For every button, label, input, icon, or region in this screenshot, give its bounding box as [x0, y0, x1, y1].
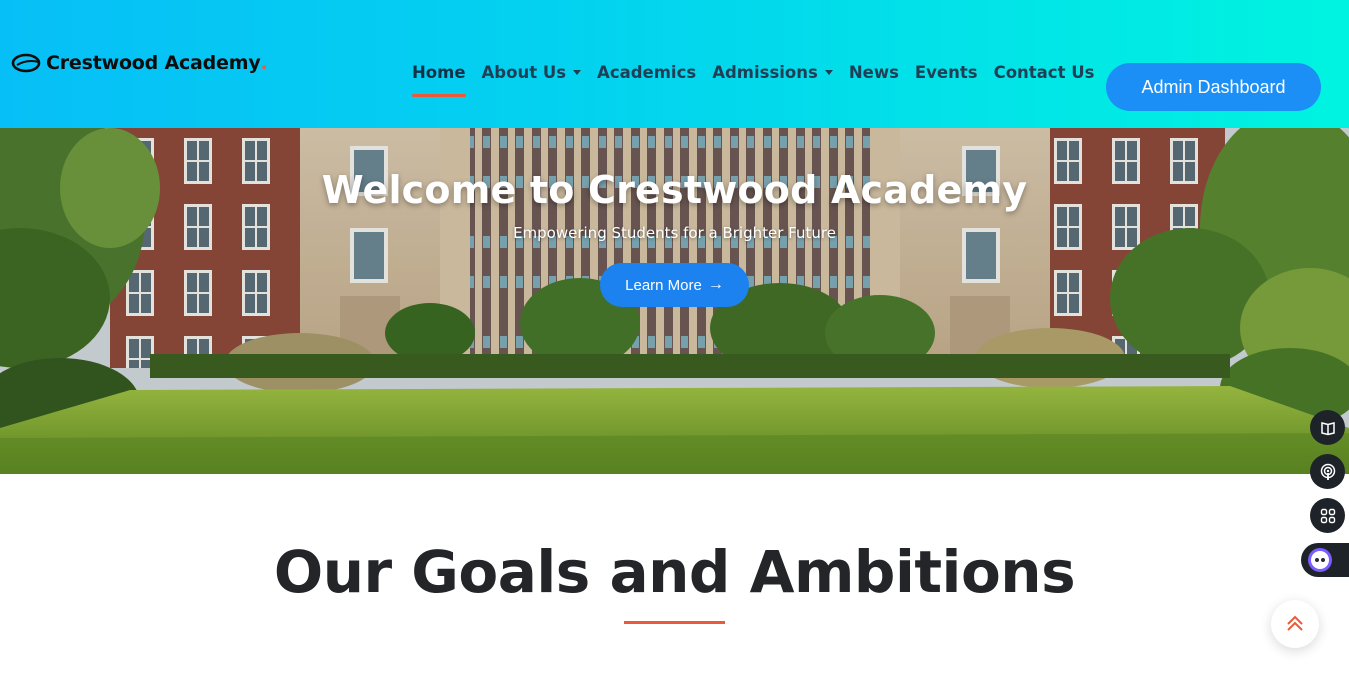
- book-icon: [1320, 421, 1335, 435]
- nav-item-contact-us[interactable]: Contact Us: [986, 63, 1103, 82]
- nav-label: Events: [914, 63, 978, 82]
- nav-item-home[interactable]: Home: [404, 63, 474, 97]
- section-title-underline: [624, 621, 725, 624]
- nav-label: News: [848, 63, 899, 82]
- nav-label: Contact Us: [993, 63, 1095, 82]
- learn-more-button[interactable]: Learn More →: [600, 263, 749, 307]
- double-chevron-up-icon: [1287, 615, 1303, 631]
- site-logo[interactable]: Crestwood Academy.: [11, 48, 268, 78]
- hero-subtitle: Empowering Students for a Brighter Futur…: [513, 224, 836, 242]
- caret-down-icon: [824, 70, 833, 75]
- active-underline: [412, 94, 466, 97]
- apps-widget-button[interactable]: [1310, 498, 1345, 533]
- main-nav: Home About Us Academics Admissions News …: [404, 63, 1103, 97]
- apps-grid-icon: [1320, 508, 1335, 523]
- nav-label: Admissions: [712, 63, 818, 82]
- admin-dashboard-button[interactable]: Admin Dashboard: [1106, 63, 1321, 111]
- nav-item-events[interactable]: Events: [907, 63, 986, 82]
- hero-banner: Welcome to Crestwood Academy Empowering …: [0, 128, 1349, 474]
- nav-item-admissions[interactable]: Admissions: [704, 63, 841, 82]
- reader-widget-button[interactable]: [1310, 410, 1345, 445]
- nav-label: Home: [412, 63, 466, 82]
- nav-item-about-us[interactable]: About Us: [474, 63, 590, 82]
- hero-title: Welcome to Crestwood Academy: [321, 168, 1028, 212]
- nav-label: Academics: [597, 63, 697, 82]
- learn-more-label: Learn More: [625, 276, 702, 294]
- caret-down-icon: [573, 70, 582, 75]
- nav-item-news[interactable]: News: [841, 63, 907, 82]
- goals-section-title: Our Goals and Ambitions: [273, 538, 1076, 606]
- podcast-widget-button[interactable]: [1310, 454, 1345, 489]
- site-header: Crestwood Academy. Home About Us Academi…: [0, 0, 1349, 128]
- podcast-icon: [1320, 463, 1335, 480]
- arrow-right-icon: →: [707, 276, 724, 293]
- scroll-to-top-button[interactable]: [1271, 600, 1319, 648]
- nav-item-academics[interactable]: Academics: [589, 63, 704, 82]
- logo-text: Crestwood Academy: [46, 52, 261, 74]
- logo-dot: .: [260, 52, 268, 74]
- nav-label: About Us: [481, 63, 567, 82]
- logo-icon: [11, 53, 41, 73]
